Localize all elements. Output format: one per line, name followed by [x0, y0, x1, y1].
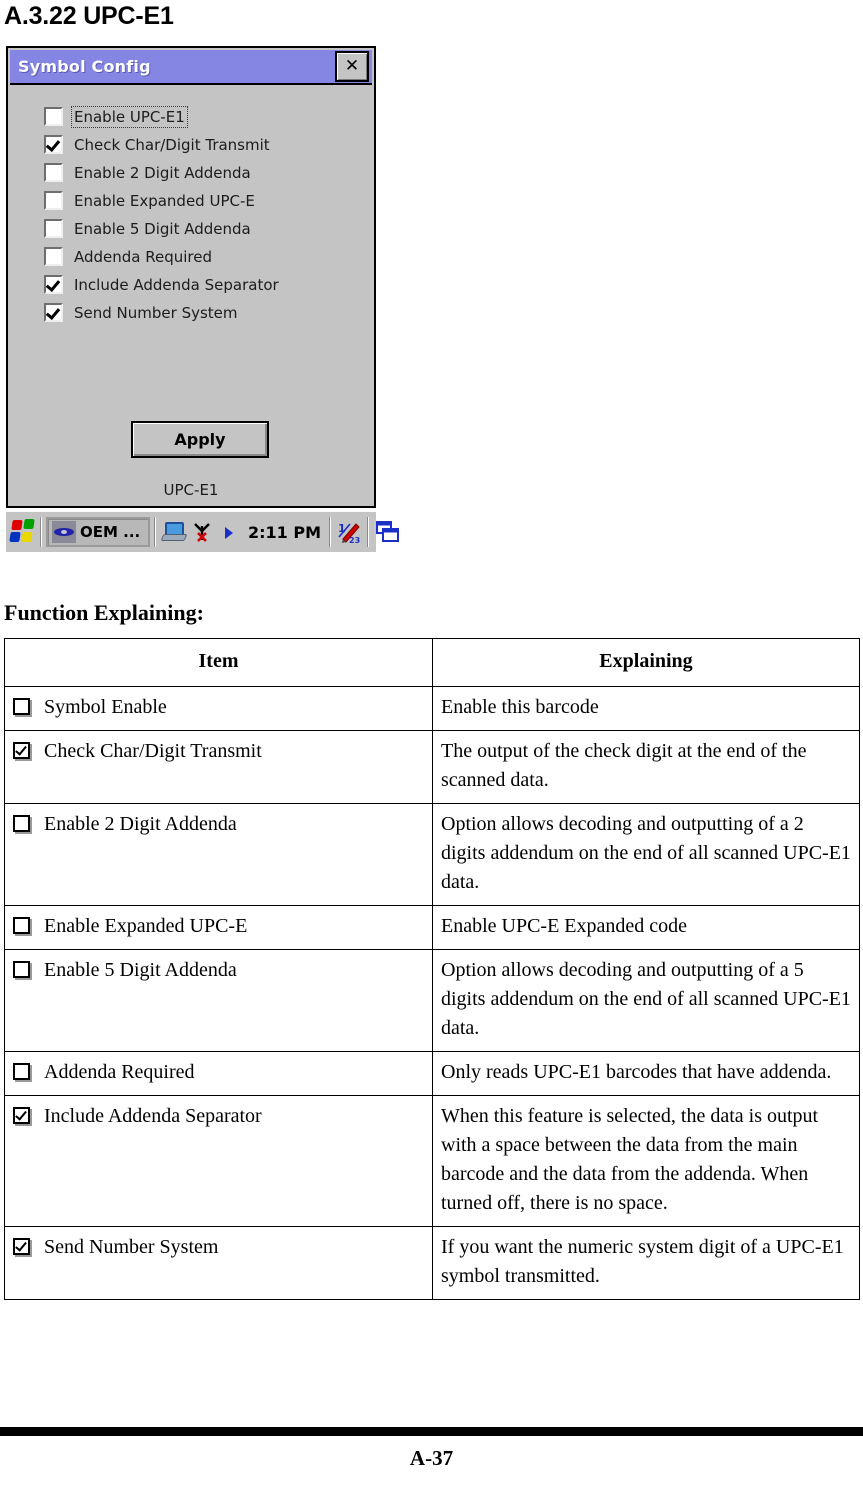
taskbar-divider — [154, 517, 156, 547]
checkbox-unchecked-icon — [13, 917, 30, 934]
table-cell-item: Addenda Required — [4, 1051, 433, 1096]
dialog-titlebar: Symbol Config ✕ — [10, 50, 372, 85]
taskbar-clock[interactable]: 2:11 PM — [248, 523, 321, 542]
table-cell-item: Send Number System — [4, 1226, 433, 1300]
checkbox-label: Check Char/Digit Transmit — [74, 135, 270, 154]
checkbox-label: Include Addenda Separator — [74, 275, 279, 294]
checkbox-row-enable-expanded-upc-e[interactable]: Enable Expanded UPC-E — [44, 187, 281, 214]
checkbox-row-enable-5-digit-addenda[interactable]: Enable 5 Digit Addenda — [44, 215, 281, 242]
checkbox-unchecked-icon — [13, 698, 30, 715]
item-label: Enable 5 Digit Addenda — [44, 959, 237, 981]
table-cell-item: Enable 2 Digit Addenda — [4, 803, 433, 906]
table-cell-item: Enable 5 Digit Addenda — [4, 949, 433, 1052]
column-header-explaining: Explaining — [432, 638, 860, 687]
table-cell-explaining: The output of the check digit at the end… — [432, 730, 860, 804]
item-label: Include Addenda Separator — [44, 1105, 262, 1127]
checkbox-unchecked-icon — [13, 1063, 30, 1080]
system-tray: 2:11 PM — [160, 519, 325, 545]
checkbox-label: Enable 2 Digit Addenda — [74, 163, 251, 182]
item-label: Send Number System — [44, 1236, 219, 1258]
checkbox-label: Enable 5 Digit Addenda — [74, 219, 251, 238]
taskbar-divider — [40, 517, 42, 547]
function-explaining-table: Item Explaining Symbol Enable Enable thi… — [4, 638, 860, 1300]
table-row: Enable Expanded UPC-E Enable UPC-E Expan… — [4, 905, 860, 950]
table-cell-explaining: Enable this barcode — [432, 686, 860, 731]
checkbox-enable-upc-e1[interactable] — [44, 107, 63, 126]
checkbox-unchecked-icon — [13, 961, 30, 978]
window-switcher-icon[interactable] — [374, 519, 400, 545]
input-panel-icon[interactable]: 1 23 — [336, 519, 362, 545]
checkbox-row-enable-2-digit-addenda[interactable]: Enable 2 Digit Addenda — [44, 159, 281, 186]
table-cell-explaining: If you want the numeric system digit of … — [432, 1226, 860, 1300]
table-cell-explaining: Option allows decoding and outputting of… — [432, 803, 860, 906]
network-connection-icon[interactable] — [161, 519, 187, 545]
checkbox-check-char-digit-transmit[interactable] — [44, 135, 63, 154]
apply-button[interactable]: Apply — [131, 421, 269, 458]
table-cell-explaining: Enable UPC-E Expanded code — [432, 905, 860, 950]
table-header-row: Item Explaining — [4, 638, 860, 687]
table-cell-item: Enable Expanded UPC-E — [4, 905, 433, 950]
checkbox-checked-icon — [13, 1107, 30, 1124]
table-cell-item: Include Addenda Separator — [4, 1095, 433, 1227]
table-row: Symbol Enable Enable this barcode — [4, 686, 860, 731]
dialog-title: Symbol Config — [18, 57, 151, 76]
checkbox-enable-expanded-upc-e[interactable] — [44, 191, 63, 210]
checkbox-enable-2-digit-addenda[interactable] — [44, 163, 63, 182]
checkbox-row-addenda-required[interactable]: Addenda Required — [44, 243, 281, 270]
device-screenshot: Symbol Config ✕ Enable UPC-E1 Check Char… — [6, 46, 400, 552]
taskbar: OEM ... 2:11 PM 1 23 — [6, 510, 400, 552]
table-row: Enable 2 Digit Addenda Option allows dec… — [4, 803, 860, 906]
checkbox-row-include-addenda-separator[interactable]: Include Addenda Separator — [44, 271, 281, 298]
table-row: Include Addenda Separator When this feat… — [4, 1095, 860, 1227]
antenna-disconnected-icon[interactable] — [189, 519, 215, 545]
checkbox-checked-icon — [13, 1238, 30, 1255]
table-row: Enable 5 Digit Addenda Option allows dec… — [4, 949, 860, 1052]
page-number: A-37 — [409, 1446, 454, 1470]
item-label: Check Char/Digit Transmit — [44, 740, 262, 762]
column-header-item: Item — [4, 638, 433, 687]
table-cell-explaining: Only reads UPC-E1 barcodes that have add… — [432, 1051, 860, 1096]
checkbox-addenda-required[interactable] — [44, 247, 63, 266]
dialog-body: Enable UPC-E1 Check Char/Digit Transmit … — [10, 85, 372, 504]
checkbox-enable-5-digit-addenda[interactable] — [44, 219, 63, 238]
checkbox-row-send-number-system[interactable]: Send Number System — [44, 299, 281, 326]
table-cell-item: Symbol Enable — [4, 686, 433, 731]
checkbox-label: Enable UPC-E1 — [71, 105, 188, 128]
footer-rule — [0, 1427, 863, 1436]
table-row: Check Char/Digit Transmit The output of … — [4, 730, 860, 804]
blue-arrow-icon[interactable] — [217, 519, 243, 545]
item-label: Addenda Required — [44, 1061, 195, 1083]
checkbox-label: Enable Expanded UPC-E — [74, 191, 255, 210]
checkbox-list: Enable UPC-E1 Check Char/Digit Transmit … — [44, 103, 281, 327]
checkbox-label: Addenda Required — [74, 247, 213, 266]
checkbox-label: Send Number System — [74, 303, 238, 322]
item-label: Symbol Enable — [44, 696, 167, 718]
checkbox-row-check-char-digit-transmit[interactable]: Check Char/Digit Transmit — [44, 131, 281, 158]
section-title: Function Explaining: — [4, 600, 204, 625]
page-title: A.3.22 UPC-E1 — [4, 2, 174, 30]
task-button-label: OEM ... — [80, 523, 141, 541]
checkbox-send-number-system[interactable] — [44, 303, 63, 322]
item-label: Enable Expanded UPC-E — [44, 915, 248, 937]
checkbox-checked-icon — [13, 742, 30, 759]
table-row: Send Number System If you want the numer… — [4, 1226, 860, 1300]
table-row: Addenda Required Only reads UPC-E1 barco… — [4, 1051, 860, 1096]
task-button-oem[interactable]: OEM ... — [46, 517, 150, 547]
symbology-caption: UPC-E1 — [163, 481, 219, 499]
table-cell-explaining: Option allows decoding and outputting of… — [432, 949, 860, 1052]
taskbar-divider — [329, 517, 332, 547]
table-cell-explaining: When this feature is selected, the data … — [432, 1095, 860, 1227]
close-icon[interactable]: ✕ — [335, 51, 369, 82]
checkbox-include-addenda-separator[interactable] — [44, 275, 63, 294]
checkbox-row-enable-upc-e1[interactable]: Enable UPC-E1 — [44, 103, 281, 130]
taskbar-divider — [367, 517, 370, 547]
oem-app-icon — [52, 521, 76, 543]
table-cell-item: Check Char/Digit Transmit — [4, 730, 433, 804]
windows-ce-flag-icon[interactable] — [9, 519, 36, 545]
item-label: Enable 2 Digit Addenda — [44, 813, 237, 835]
symbol-config-dialog: Symbol Config ✕ Enable UPC-E1 Check Char… — [6, 46, 376, 508]
checkbox-unchecked-icon — [13, 815, 30, 832]
